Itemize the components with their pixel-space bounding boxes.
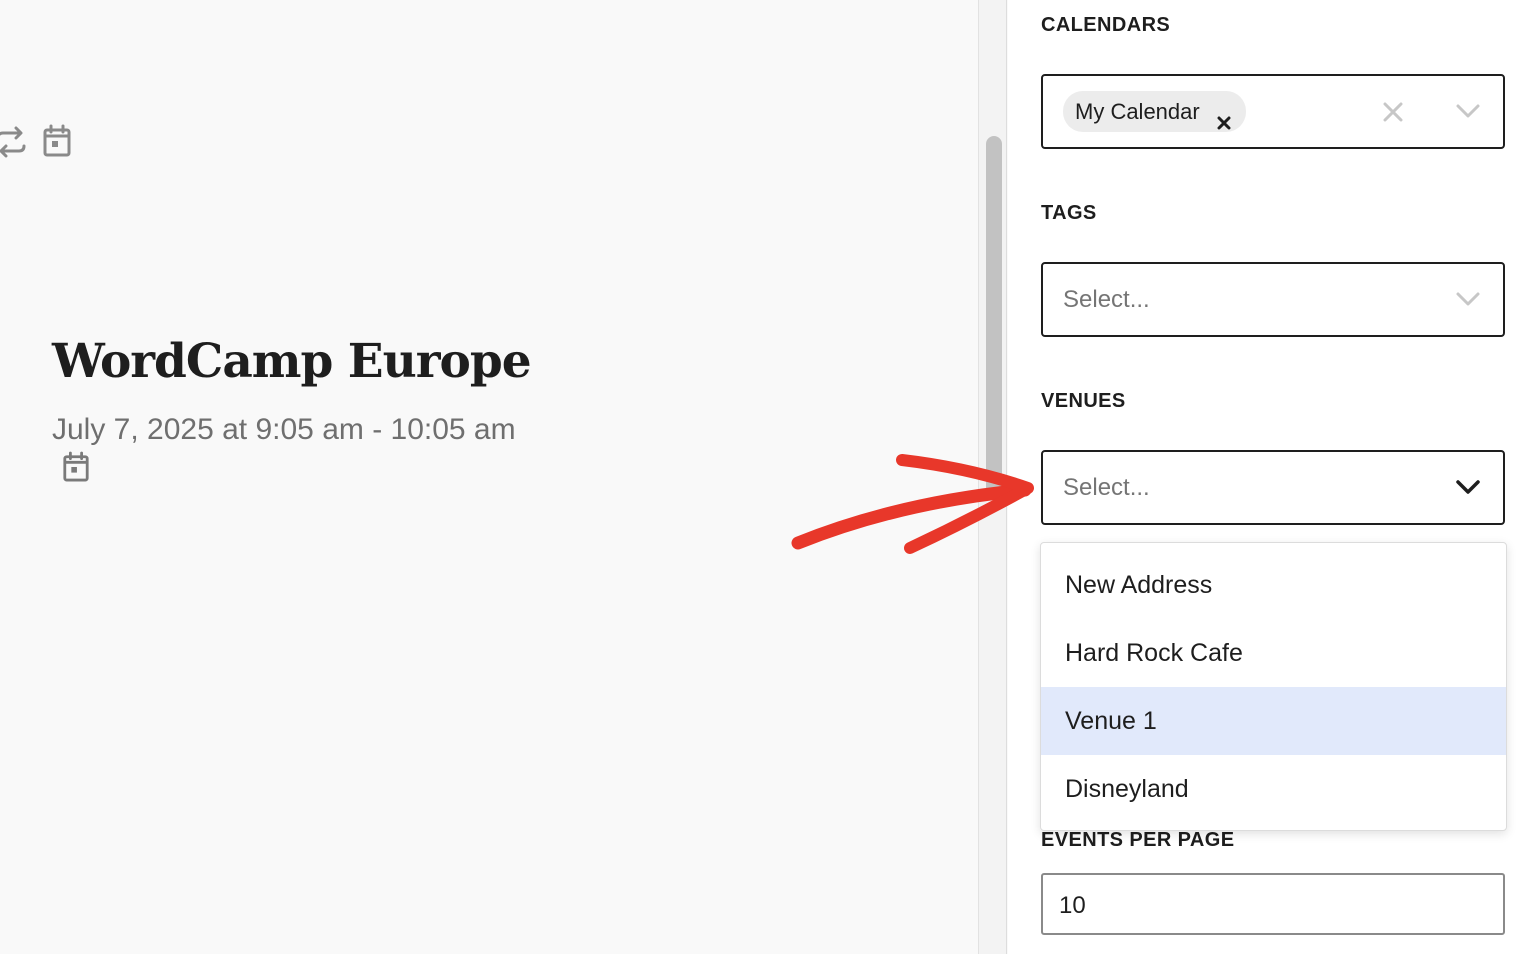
venues-label: VENUES — [1041, 390, 1126, 412]
annotation-arrow-icon — [791, 454, 1034, 554]
tags-placeholder: Select... — [1063, 286, 1150, 313]
clear-icon[interactable] — [1381, 100, 1405, 129]
events-per-page-label: EVENTS PER PAGE — [1041, 829, 1235, 851]
repeat-icon — [0, 124, 28, 165]
calendar-icon — [42, 124, 72, 163]
remove-token-icon[interactable] — [1216, 103, 1232, 144]
tags-select[interactable]: Select... — [1041, 262, 1505, 337]
event-date: July 7, 2025 at 9:05 am - 10:05 am — [52, 410, 522, 494]
chevron-down-icon[interactable] — [1455, 290, 1481, 313]
events-per-page-input[interactable]: 10 — [1041, 873, 1505, 935]
tags-label: TAGS — [1041, 202, 1097, 224]
calendars-label: CALENDARS — [1041, 14, 1171, 36]
events-per-page-value: 10 — [1059, 892, 1086, 919]
venue-option[interactable]: Disneyland — [1041, 755, 1506, 823]
calendar-icon — [62, 451, 90, 494]
calendar-token: My Calendar — [1063, 91, 1246, 132]
venue-option[interactable]: Hard Rock Cafe — [1041, 619, 1506, 687]
chevron-down-icon[interactable] — [1455, 478, 1481, 501]
chevron-down-icon[interactable] — [1455, 102, 1481, 125]
venue-option-highlighted[interactable]: Venue 1 — [1041, 687, 1506, 755]
venue-option[interactable]: New Address — [1041, 551, 1506, 619]
event-date-text: July 7, 2025 at 9:05 am - 10:05 am — [52, 413, 516, 446]
calendar-token-label: My Calendar — [1075, 99, 1200, 124]
venues-placeholder: Select... — [1063, 474, 1150, 501]
calendars-select[interactable]: My Calendar — [1041, 74, 1505, 149]
venues-select[interactable]: Select... — [1041, 450, 1505, 525]
venues-dropdown-menu: New Address Hard Rock Cafe Venue 1 Disne… — [1040, 542, 1507, 831]
event-title: WordCamp Europe — [52, 334, 532, 389]
